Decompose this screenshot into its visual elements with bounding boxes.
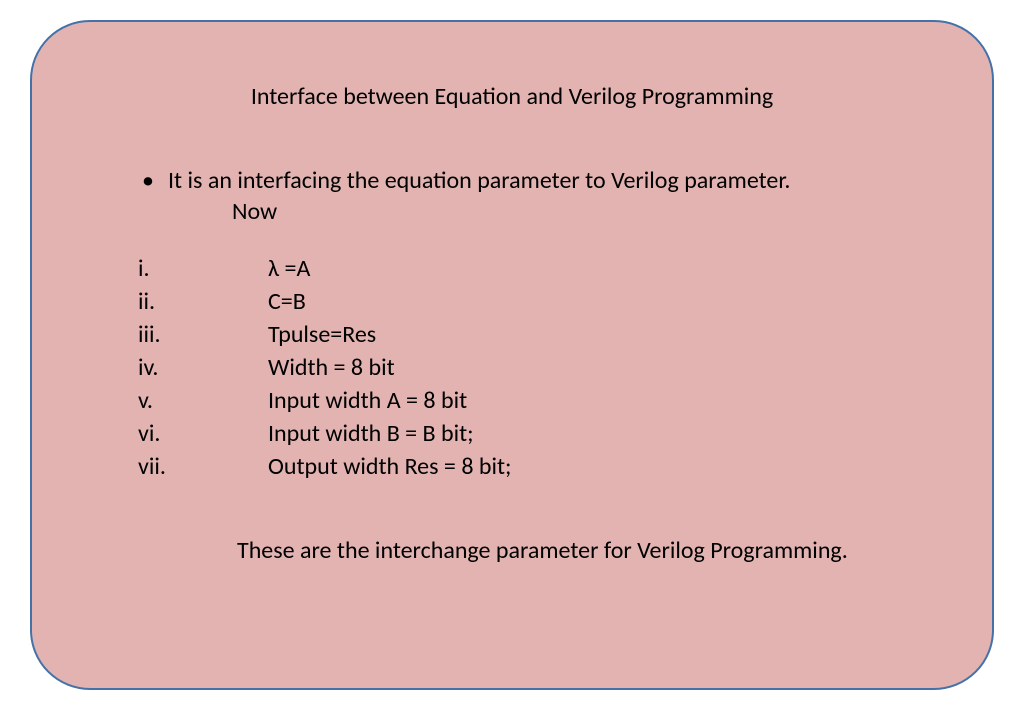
- list-item: v. Input width A = 8 bit: [138, 386, 942, 415]
- roman-numeral: vii.: [138, 452, 268, 481]
- roman-numeral: iii.: [138, 320, 268, 349]
- list-item: vi. Input width B = B bit;: [138, 419, 942, 448]
- slide-title: Interface between Equation and Verilog P…: [82, 82, 942, 111]
- roman-text: Input width B = B bit;: [268, 419, 474, 448]
- roman-text: C=B: [268, 287, 306, 316]
- list-item: ii. C=B: [138, 287, 942, 316]
- roman-text: Width = 8 bit: [268, 353, 395, 382]
- now-text: Now: [232, 197, 942, 226]
- bullet-text: It is an interfacing the equation parame…: [168, 166, 790, 195]
- roman-numeral: vi.: [138, 419, 268, 448]
- bullet-item: • It is an interfacing the equation para…: [142, 166, 942, 195]
- slide-container: Interface between Equation and Verilog P…: [30, 20, 994, 690]
- roman-text: Input width A = 8 bit: [268, 386, 467, 415]
- roman-text: λ =A: [268, 254, 310, 283]
- roman-numeral: i.: [138, 254, 268, 283]
- roman-list: i. λ =A ii. C=B iii. Tpulse=Res iv. Widt…: [138, 254, 942, 481]
- list-item: i. λ =A: [138, 254, 942, 283]
- footer-text: These are the interchange parameter for …: [237, 536, 942, 565]
- list-item: vii. Output width Res = 8 bit;: [138, 452, 942, 481]
- bullet-dot-icon: •: [142, 166, 168, 195]
- roman-text: Output width Res = 8 bit;: [268, 452, 511, 481]
- list-item: iii. Tpulse=Res: [138, 320, 942, 349]
- roman-text: Tpulse=Res: [268, 320, 376, 349]
- roman-numeral: iv.: [138, 353, 268, 382]
- roman-numeral: ii.: [138, 287, 268, 316]
- list-item: iv. Width = 8 bit: [138, 353, 942, 382]
- roman-numeral: v.: [138, 386, 268, 415]
